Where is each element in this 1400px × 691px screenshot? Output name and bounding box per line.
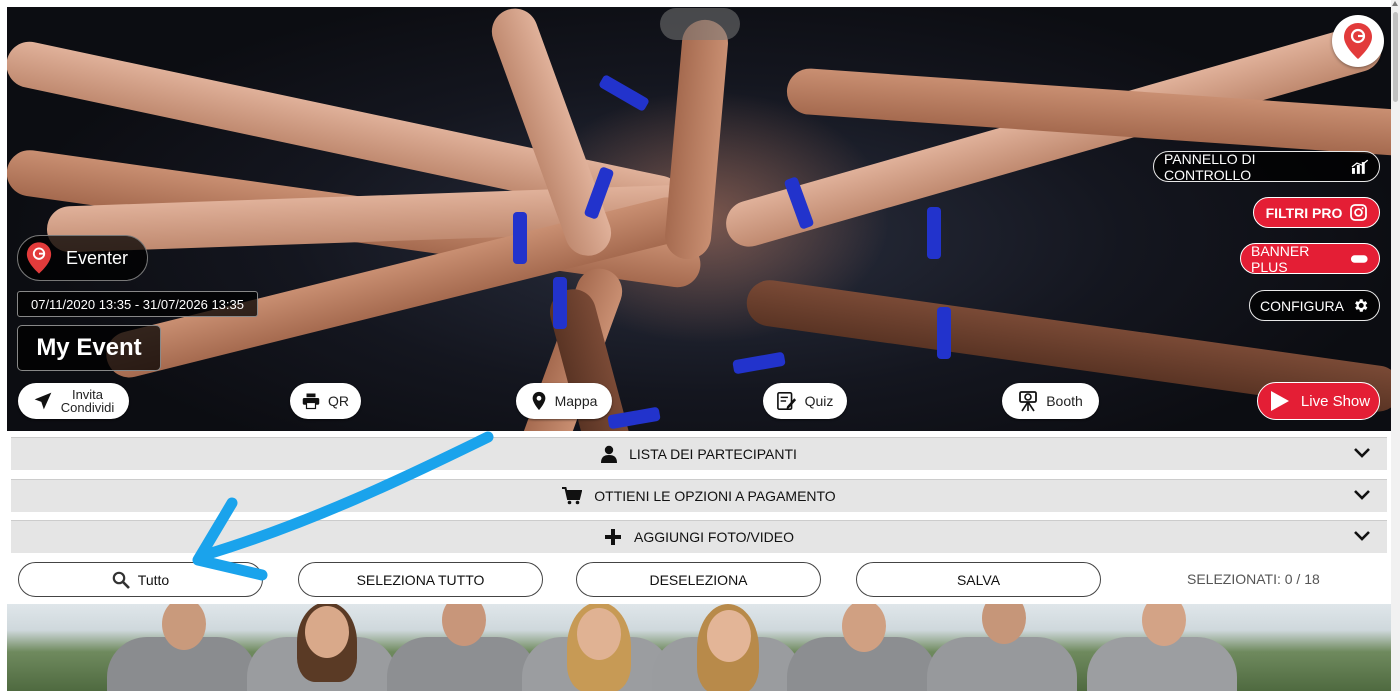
gallery-person xyxy=(107,604,257,691)
paid-options-label: OTTIENI LE OPZIONI A PAGAMENTO xyxy=(594,488,836,504)
deselect-button[interactable]: DESELEZIONA xyxy=(576,562,821,597)
quiz-label: Quiz xyxy=(804,393,834,409)
gear-icon xyxy=(1355,299,1368,312)
scroll-up-arrow-icon[interactable] xyxy=(1392,1,1398,6)
user-icon xyxy=(601,445,618,463)
booth-button[interactable]: Booth xyxy=(1002,383,1099,419)
banner-icon xyxy=(1351,254,1369,263)
chevron-down-icon xyxy=(1354,531,1370,541)
gallery-person xyxy=(1087,604,1237,691)
app-logo-button[interactable] xyxy=(1332,15,1384,67)
search-icon xyxy=(112,571,130,589)
page-scrollbar[interactable] xyxy=(1391,0,1400,691)
live-show-button[interactable]: Live Show xyxy=(1257,382,1380,420)
add-media-accordion[interactable]: AGGIUNGI FOTO/VIDEO xyxy=(11,520,1387,553)
location-pin-icon xyxy=(1344,23,1372,59)
map-label: Mappa xyxy=(554,393,598,409)
wristband xyxy=(937,307,951,359)
filters-pro-label: FILTRI PRO xyxy=(1265,204,1343,221)
deselect-label: DESELEZIONA xyxy=(649,571,748,588)
save-button[interactable]: SALVA xyxy=(856,562,1101,597)
event-title: My Event xyxy=(17,325,161,371)
control-panel-label: PANNELLO DI CONTROLLO xyxy=(1164,150,1256,183)
share-label: Condividi xyxy=(60,400,115,415)
booth-label: Booth xyxy=(1046,393,1083,409)
participants-accordion[interactable]: LISTA DEI PARTECIPANTI xyxy=(11,437,1387,470)
quiz-button[interactable]: Quiz xyxy=(763,383,847,419)
gallery-person xyxy=(927,604,1077,691)
select-all-label: SELEZIONA TUTTO xyxy=(356,571,485,588)
location-pin-icon xyxy=(26,242,52,274)
event-date-range: 07/11/2020 13:35 - 31/07/2026 13:35 xyxy=(17,291,258,317)
banner-plus-label: BANNER PLUS xyxy=(1251,242,1310,275)
instagram-icon xyxy=(1350,204,1368,221)
blurred-element xyxy=(660,8,740,40)
brand-name: Eventer xyxy=(66,247,129,268)
wristband xyxy=(732,351,786,375)
select-all-button[interactable]: SELEZIONA TUTTO xyxy=(298,562,543,597)
filter-all-button[interactable]: Tutto xyxy=(18,562,263,597)
save-label: SALVA xyxy=(956,571,1001,588)
map-button[interactable]: Mappa xyxy=(516,383,612,419)
chevron-down-icon xyxy=(1354,490,1370,500)
banner-plus-button[interactable]: BANNER PLUS xyxy=(1240,242,1380,275)
photo-gallery-preview[interactable] xyxy=(7,604,1391,691)
configure-button[interactable]: CONFIGURA xyxy=(1249,290,1380,321)
participants-label: LISTA DEI PARTECIPANTI xyxy=(629,446,797,462)
play-icon xyxy=(1270,391,1289,411)
live-show-label: Live Show xyxy=(1300,392,1371,410)
map-marker-icon xyxy=(532,391,545,411)
invite-share-button[interactable]: Invita Condividi xyxy=(18,383,129,419)
qr-button[interactable]: QR xyxy=(290,383,361,419)
event-cover-image xyxy=(7,7,1391,431)
wristband xyxy=(927,207,941,259)
wristband xyxy=(597,73,651,113)
gallery-person xyxy=(387,604,537,691)
filter-all-label: Tutto xyxy=(137,571,170,588)
add-media-label: AGGIUNGI FOTO/VIDEO xyxy=(634,529,794,545)
printer-icon xyxy=(302,393,320,410)
chevron-down-icon xyxy=(1354,448,1370,458)
send-icon xyxy=(34,392,52,410)
configure-label: CONFIGURA xyxy=(1260,297,1344,314)
chart-icon xyxy=(1351,159,1369,174)
gallery-person xyxy=(787,604,937,691)
edit-document-icon xyxy=(776,392,796,410)
control-panel-button[interactable]: PANNELLO DI CONTROLLO xyxy=(1153,150,1380,183)
brand-badge: Eventer xyxy=(17,235,148,281)
hand xyxy=(663,17,730,262)
shopping-cart-icon xyxy=(562,487,583,505)
selected-counter: SELEZIONATI: 0 / 18 xyxy=(1187,571,1320,587)
wristband xyxy=(513,212,527,264)
gallery-person xyxy=(652,604,802,691)
filters-pro-button[interactable]: FILTRI PRO xyxy=(1253,197,1380,228)
plus-icon xyxy=(605,529,621,545)
gallery-person xyxy=(247,604,397,691)
wristband xyxy=(553,277,567,329)
gallery-person xyxy=(522,604,672,691)
scrollbar-thumb[interactable] xyxy=(1393,12,1398,102)
qr-label: QR xyxy=(328,393,349,409)
camera-tripod-icon xyxy=(1019,391,1038,412)
paid-options-accordion[interactable]: OTTIENI LE OPZIONI A PAGAMENTO xyxy=(11,479,1387,512)
